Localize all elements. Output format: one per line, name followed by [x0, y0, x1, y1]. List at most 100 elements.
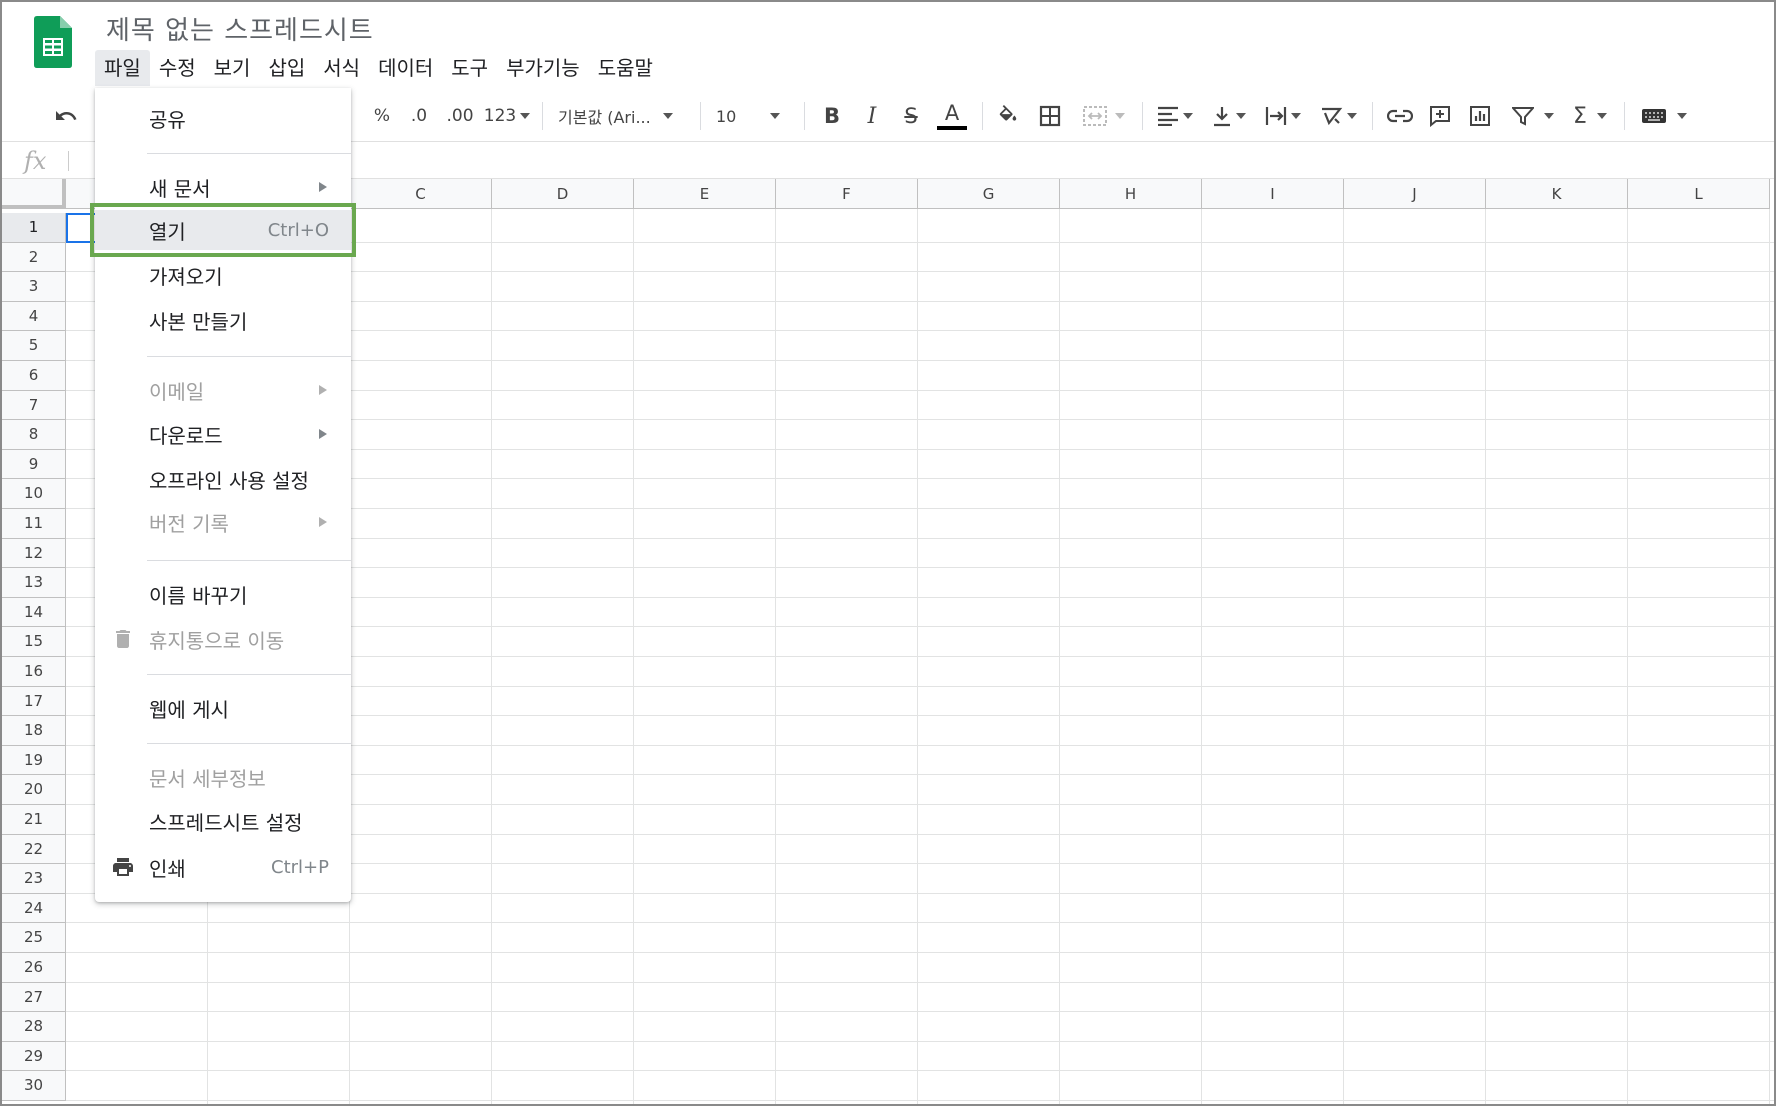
row-header-2[interactable]: 2 — [2, 242, 66, 273]
row-header-20[interactable]: 20 — [2, 775, 66, 805]
row-header-16[interactable]: 16 — [2, 657, 66, 687]
menu-item-label: 버전 기록 — [149, 511, 229, 536]
menu-insert[interactable]: 삽입 — [259, 50, 314, 86]
row-header-14[interactable]: 14 — [2, 597, 66, 628]
row-header-13[interactable]: 13 — [2, 568, 66, 598]
row-header-24[interactable]: 24 — [2, 893, 66, 924]
row-header-22[interactable]: 22 — [2, 834, 66, 865]
menu-separator — [147, 153, 351, 154]
italic-button[interactable]: I — [856, 90, 888, 142]
grid-row-line — [66, 1011, 1774, 1013]
app-window: 제목 없는 스프레드시트 파일 수정 보기 삽입 서식 데이터 도구 부가기능 … — [0, 0, 1776, 1106]
submenu-arrow-icon — [319, 385, 327, 395]
percent-format-button[interactable]: % — [368, 90, 396, 142]
column-header-c[interactable]: C — [350, 179, 492, 209]
insert-link-icon[interactable] — [1382, 90, 1418, 142]
menu-item-offline[interactable]: 오프라인 사용 설정 — [95, 459, 351, 499]
row-header-6[interactable]: 6 — [2, 361, 66, 391]
row-header-7[interactable]: 7 — [2, 390, 66, 421]
filter-icon[interactable] — [1506, 90, 1560, 142]
row-header-10[interactable]: 10 — [2, 479, 66, 509]
row-header-5[interactable]: 5 — [2, 331, 66, 361]
decrease-decimal-button[interactable]: .0 — [404, 90, 434, 142]
grid-column-line — [1769, 209, 1770, 1104]
menu-edit[interactable]: 수정 — [150, 50, 205, 86]
column-header-k[interactable]: K — [1486, 179, 1628, 209]
vertical-align-icon[interactable] — [1206, 90, 1252, 142]
menu-format[interactable]: 서식 — [314, 50, 369, 86]
row-header-15[interactable]: 15 — [2, 627, 66, 657]
menu-item-label: 다운로드 — [149, 423, 223, 448]
menu-data[interactable]: 데이터 — [369, 50, 442, 86]
borders-icon[interactable] — [1034, 90, 1066, 142]
horizontal-align-icon[interactable] — [1152, 90, 1198, 142]
column-header-i[interactable]: I — [1202, 179, 1344, 209]
number-format-dropdown[interactable]: 123 — [482, 90, 532, 142]
number-format-label: 123 — [483, 106, 517, 126]
column-header-j[interactable]: J — [1344, 179, 1486, 209]
google-sheets-logo-icon[interactable] — [34, 16, 72, 68]
increase-decimal-button[interactable]: .00 — [442, 90, 478, 142]
text-color-button[interactable]: A — [934, 90, 970, 142]
font-family-dropdown[interactable]: 기본값 (Ari... — [558, 90, 692, 142]
menu-item-make-copy[interactable]: 사본 만들기 — [95, 300, 351, 340]
grid-row-line — [66, 981, 1774, 983]
input-tools-icon[interactable] — [1634, 90, 1694, 142]
text-rotation-icon[interactable] — [1314, 90, 1362, 142]
column-header-g[interactable]: G — [918, 179, 1060, 209]
grid-column-line — [1343, 209, 1344, 1104]
column-header-e[interactable]: E — [634, 179, 776, 209]
insert-comment-icon[interactable] — [1422, 90, 1458, 142]
row-header-25[interactable]: 25 — [2, 923, 66, 953]
menu-item-spreadsheet-settings[interactable]: 스프레드시트 설정 — [95, 801, 351, 841]
column-header-l[interactable]: L — [1628, 179, 1770, 209]
row-header-26[interactable]: 26 — [2, 953, 66, 983]
row-header-4[interactable]: 4 — [2, 301, 66, 332]
menu-item-shortcut: Ctrl+P — [271, 856, 329, 878]
fill-color-icon[interactable] — [992, 90, 1024, 142]
row-header-18[interactable]: 18 — [2, 716, 66, 746]
menu-item-import[interactable]: 가져오기 — [95, 255, 351, 295]
row-header-9[interactable]: 9 — [2, 449, 66, 480]
strikethrough-button[interactable]: S — [895, 90, 927, 142]
column-header-h[interactable]: H — [1060, 179, 1202, 209]
menu-item-rename[interactable]: 이름 바꾸기 — [95, 574, 351, 614]
grid-row-line — [66, 952, 1774, 953]
text-wrapping-icon[interactable] — [1260, 90, 1306, 142]
functions-button[interactable]: Σ — [1566, 90, 1614, 142]
row-header-11[interactable]: 11 — [2, 509, 66, 539]
menu-tools[interactable]: 도구 — [442, 50, 497, 86]
menu-item-label: 스프레드시트 설정 — [149, 810, 303, 835]
row-header-27[interactable]: 27 — [2, 982, 66, 1013]
merge-cells-icon[interactable] — [1076, 90, 1132, 142]
row-header-12[interactable]: 12 — [2, 538, 66, 569]
menu-item-publish-web[interactable]: 웹에 게시 — [95, 688, 351, 728]
row-header-17[interactable]: 17 — [2, 686, 66, 717]
menu-file[interactable]: 파일 — [95, 50, 150, 86]
row-header-30[interactable]: 30 — [2, 1071, 66, 1101]
row-header-28[interactable]: 28 — [2, 1012, 66, 1042]
bold-button[interactable]: B — [816, 90, 848, 142]
menu-item-download[interactable]: 다운로드 — [95, 414, 351, 454]
row-header-19[interactable]: 19 — [2, 745, 66, 776]
menu-item-new[interactable]: 새 문서 — [95, 167, 351, 207]
row-header-3[interactable]: 3 — [2, 272, 66, 302]
row-header-21[interactable]: 21 — [2, 805, 66, 835]
row-header-8[interactable]: 8 — [2, 420, 66, 450]
menu-addons[interactable]: 부가기능 — [497, 50, 589, 86]
menu-item-share[interactable]: 공유 — [95, 98, 351, 138]
insert-chart-icon[interactable] — [1462, 90, 1498, 142]
column-header-f[interactable]: F — [776, 179, 918, 209]
column-header-d[interactable]: D — [492, 179, 634, 209]
row-header-23[interactable]: 23 — [2, 864, 66, 894]
row-header-1[interactable]: 1 — [2, 213, 66, 243]
font-size-dropdown[interactable]: 10 — [716, 90, 796, 142]
select-all-corner[interactable] — [2, 179, 66, 209]
row-header-29[interactable]: 29 — [2, 1041, 66, 1072]
undo-icon[interactable] — [48, 90, 84, 142]
font-family-label: 기본값 (Ari... — [558, 108, 651, 127]
menu-item-print[interactable]: 인쇄 Ctrl+P — [95, 847, 351, 887]
menu-help[interactable]: 도움말 — [589, 50, 662, 86]
document-title[interactable]: 제목 없는 스프레드시트 — [106, 10, 374, 47]
menu-view[interactable]: 보기 — [205, 50, 260, 86]
